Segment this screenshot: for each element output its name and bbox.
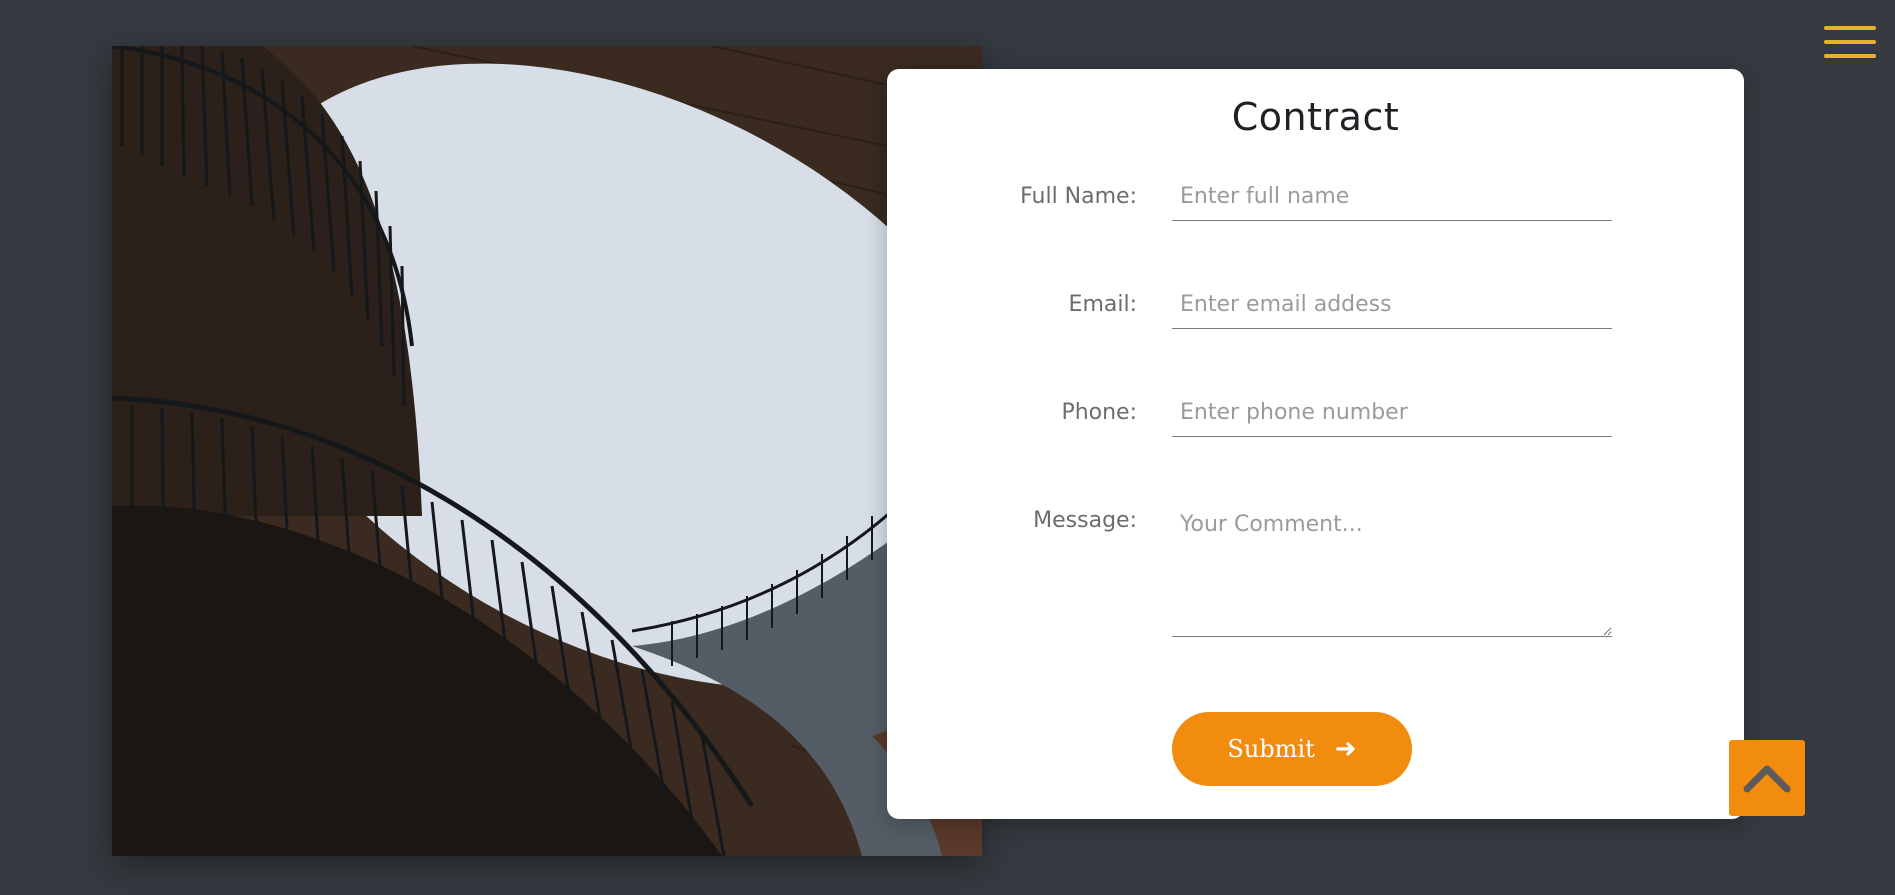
menu-bar-3 [1824, 54, 1876, 58]
staircase-photo [112, 46, 982, 856]
menu-bar-1 [1824, 26, 1876, 30]
hamburger-menu-icon[interactable] [1824, 24, 1876, 60]
message-label: Message: [1033, 508, 1137, 533]
scroll-to-top-button[interactable] [1729, 740, 1805, 816]
full-name-input[interactable] [1172, 173, 1612, 221]
email-label: Email: [1068, 292, 1137, 317]
contact-form-card: Contract Full Name: Email: Phone: Messag… [887, 69, 1744, 819]
message-textarea[interactable] [1172, 497, 1612, 637]
email-input[interactable] [1172, 281, 1612, 329]
full-name-label: Full Name: [1020, 184, 1137, 209]
phone-label: Phone: [1061, 400, 1137, 425]
chevron-up-icon [1743, 765, 1791, 793]
contact-page: Contract Full Name: Email: Phone: Messag… [0, 0, 1895, 895]
submit-button[interactable]: Submit ➜ [1172, 712, 1412, 786]
form-title: Contract [1231, 95, 1400, 139]
submit-label: Submit [1227, 735, 1315, 763]
menu-bar-2 [1824, 40, 1876, 44]
arrow-right-icon: ➜ [1334, 734, 1357, 764]
phone-input[interactable] [1172, 389, 1612, 437]
